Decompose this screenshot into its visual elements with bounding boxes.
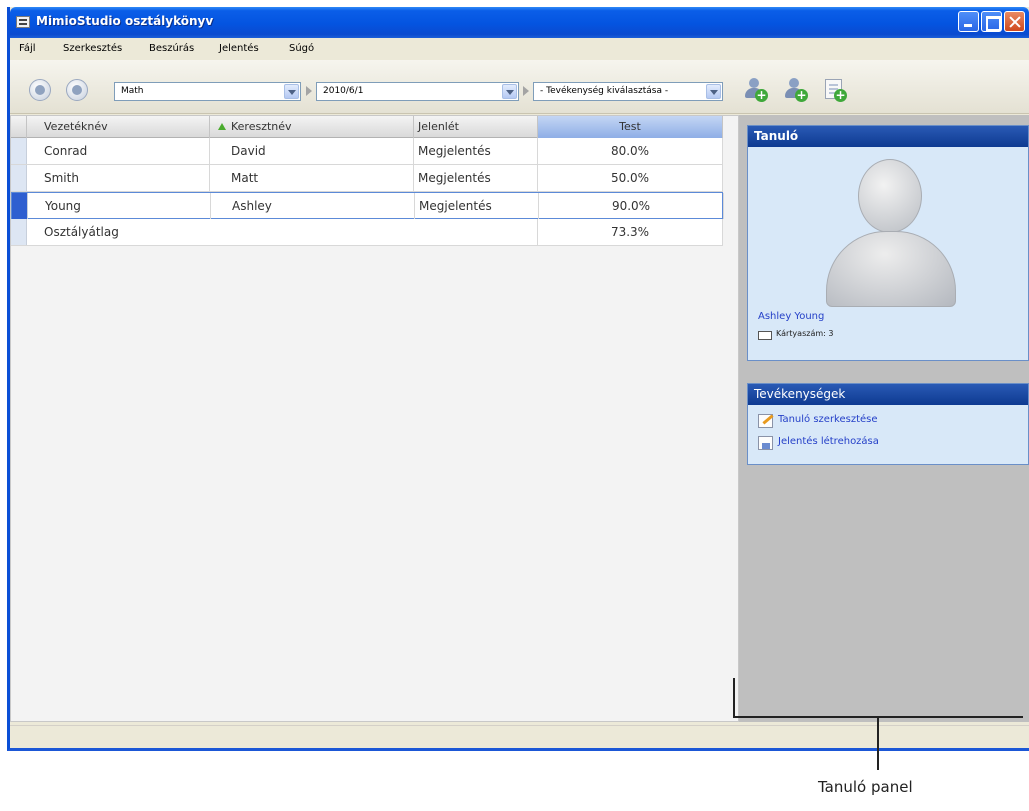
date-select[interactable]: 2010/6/1	[316, 82, 519, 101]
activities-panel-title: Tevékenységek	[748, 384, 1028, 405]
activities-panel: Tevékenységek Tanuló szerkesztése Jelent…	[747, 383, 1029, 465]
row-selector	[11, 219, 27, 245]
gradebook-grid: Vezetéknév Keresztnév Jelenlét Test Conr…	[10, 115, 739, 722]
menu-file[interactable]: Fájl	[19, 43, 36, 54]
cell-test-average: 73.3%	[538, 219, 723, 245]
cell-first-name: David	[210, 138, 414, 164]
class-average-row: Osztályátlag 73.3%	[11, 219, 723, 246]
column-header-test[interactable]: Test	[538, 116, 723, 138]
column-header-last-name[interactable]: Vezetéknév	[27, 116, 210, 138]
row-header-corner	[11, 116, 27, 138]
student-side-panel: Tanuló Ashley Young Kártyaszám: 3 Tevéke…	[739, 115, 1029, 722]
edit-student-label: Tanuló szerkesztése	[778, 414, 878, 425]
row-selector[interactable]	[11, 138, 27, 164]
forward-icon[interactable]	[66, 79, 88, 101]
add-group-icon[interactable]: +	[783, 77, 809, 103]
main-window: MimioStudio osztálykönyv Fájl Szerkeszté…	[7, 7, 1029, 751]
card-icon	[758, 331, 772, 340]
cell-test[interactable]: 50.0%	[538, 165, 723, 191]
cell-attendance: Megjelentés	[414, 138, 538, 164]
cell-last-name: Conrad	[27, 138, 210, 164]
menu-insert[interactable]: Beszúrás	[149, 43, 194, 54]
minimize-button[interactable]	[958, 11, 979, 32]
row-selector[interactable]	[12, 193, 28, 219]
cell-attendance: Megjelentés	[414, 165, 538, 191]
title-bar[interactable]: MimioStudio osztálykönyv	[10, 7, 1029, 38]
cell-last-name: Young	[28, 193, 211, 219]
grid-header: Vezetéknév Keresztnév Jelenlét Test	[11, 116, 723, 138]
activity-select-value: - Tevékenység kiválasztása -	[540, 86, 669, 96]
student-panel: Tanuló Ashley Young Kártyaszám: 3	[747, 125, 1029, 361]
report-icon	[758, 436, 773, 450]
window-title: MimioStudio osztálykönyv	[36, 14, 214, 28]
menu-help[interactable]: Súgó	[289, 43, 314, 54]
callout-line	[877, 716, 879, 770]
sort-ascending-icon	[218, 123, 226, 130]
date-select-value: 2010/6/1	[323, 86, 364, 96]
create-report-label: Jelentés létrehozása	[778, 436, 879, 447]
add-student-icon[interactable]: +	[743, 77, 769, 103]
activity-select[interactable]: - Tevékenység kiválasztása -	[533, 82, 723, 101]
menu-edit[interactable]: Szerkesztés	[63, 43, 122, 54]
cell-attendance	[414, 219, 538, 245]
add-activity-icon[interactable]: +	[822, 77, 848, 103]
chevron-down-icon[interactable]	[706, 84, 721, 99]
cell-attendance: Megjelentés	[415, 193, 539, 219]
class-select-value: Math	[121, 86, 144, 96]
cell-test[interactable]: 90.0%	[539, 193, 724, 219]
edit-pencil-icon	[758, 414, 774, 428]
student-name: Ashley Young	[758, 311, 825, 322]
maximize-button[interactable]	[981, 11, 1002, 32]
breadcrumb-arrow-icon	[306, 86, 312, 96]
callout-line	[733, 678, 735, 718]
chevron-down-icon[interactable]	[284, 84, 299, 99]
breadcrumb-arrow-icon	[523, 86, 529, 96]
cell-class-average-label: Osztályátlag	[44, 225, 119, 239]
edit-student-link[interactable]: Tanuló szerkesztése	[758, 414, 878, 430]
class-select[interactable]: Math	[114, 82, 301, 101]
avatar	[826, 159, 956, 309]
app-icon	[16, 16, 30, 28]
create-report-link[interactable]: Jelentés létrehozása	[758, 436, 879, 452]
menu-bar: Fájl Szerkesztés Beszúrás Jelentés Súgó	[10, 38, 1029, 60]
close-button[interactable]	[1004, 11, 1025, 32]
cell-test[interactable]: 80.0%	[538, 138, 723, 164]
menu-report[interactable]: Jelentés	[219, 43, 259, 54]
callout-label: Tanuló panel	[818, 778, 913, 796]
row-selector[interactable]	[11, 165, 27, 191]
cell-last-name: Smith	[27, 165, 210, 191]
student-panel-title: Tanuló	[748, 126, 1028, 147]
column-header-first-name[interactable]: Keresztnév	[210, 116, 414, 138]
table-row-selected[interactable]: Young Ashley Megjelentés 90.0%	[11, 192, 724, 219]
column-header-first-name-label: Keresztnév	[231, 120, 292, 133]
card-number: Kártyaszám: 3	[776, 329, 834, 338]
toolbar: Math 2010/6/1 - Tevékenység kiválasztása…	[10, 60, 1029, 114]
cell-first-name: Matt	[210, 165, 414, 191]
cell-first-name: Ashley	[211, 193, 415, 219]
table-row[interactable]: Conrad David Megjelentés 80.0%	[11, 138, 723, 165]
column-header-attendance[interactable]: Jelenlét	[414, 116, 538, 138]
table-row[interactable]: Smith Matt Megjelentés 50.0%	[11, 165, 723, 192]
back-icon[interactable]	[29, 79, 51, 101]
chevron-down-icon[interactable]	[502, 84, 517, 99]
